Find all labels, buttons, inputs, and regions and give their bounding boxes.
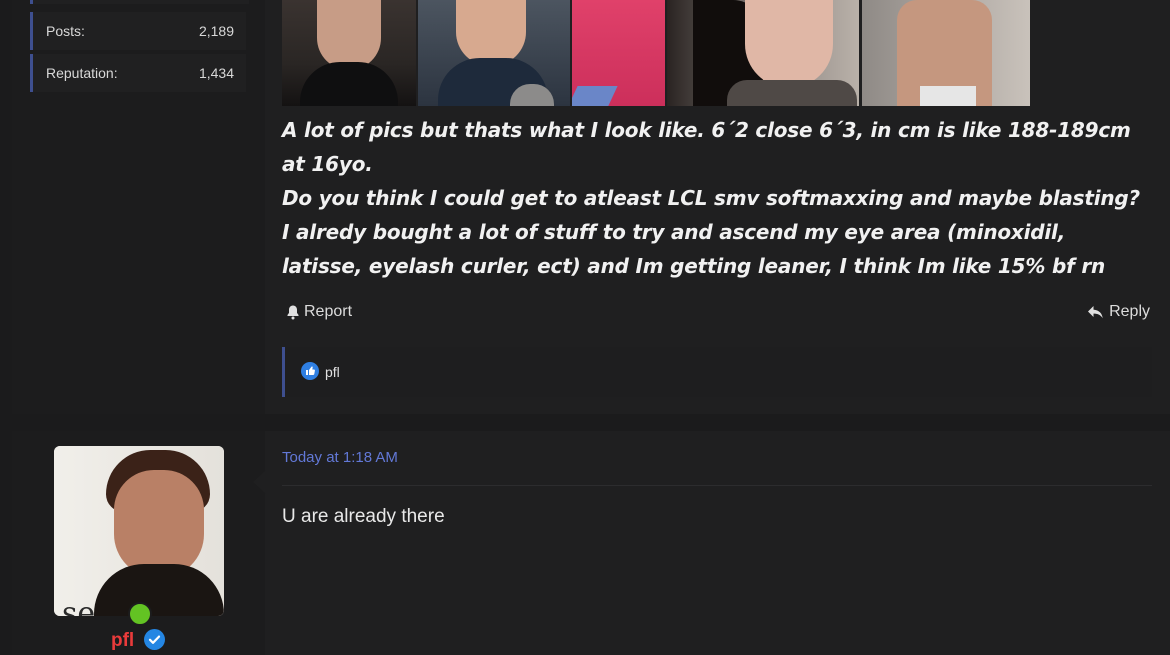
username-link[interactable]: pfl xyxy=(111,630,134,652)
online-status-icon xyxy=(128,602,152,626)
message-line: Do you think I could get to atleast LCL … xyxy=(282,186,1140,210)
stat-posts: Posts: 2,189 xyxy=(30,12,246,50)
reaction-user-link[interactable]: pfl xyxy=(325,364,340,380)
attached-photo[interactable] xyxy=(862,0,1030,106)
reply-label: Reply xyxy=(1109,303,1150,320)
stat-label: Posts: xyxy=(46,23,85,39)
message-arrow xyxy=(253,470,266,494)
message-line: latisse, eyelash curler, ect) and Im get… xyxy=(282,254,1106,278)
message-line: A lot of pics but thats what I look like… xyxy=(282,118,1131,142)
reply-arrow-icon xyxy=(1088,305,1103,318)
reply-button[interactable]: Reply xyxy=(1087,303,1150,321)
report-button[interactable]: Report xyxy=(285,303,352,321)
attached-photo[interactable] xyxy=(418,0,570,106)
post-message: A lot of pics but thats what I look like… xyxy=(282,113,1162,283)
bell-icon xyxy=(287,305,299,320)
attached-photo[interactable] xyxy=(282,0,416,106)
avatar[interactable]: se xyxy=(54,446,224,616)
stat-label: Reputation: xyxy=(46,65,118,81)
attached-photo[interactable] xyxy=(667,0,859,106)
divider xyxy=(282,485,1152,486)
stat-value: 1,434 xyxy=(198,65,234,81)
reactions-bar: pfl xyxy=(282,347,1152,397)
attached-images xyxy=(282,0,1030,106)
message-line: I alredy bought a lot of stuff to try an… xyxy=(282,220,1066,244)
report-label: Report xyxy=(304,303,353,320)
like-reaction-icon[interactable] xyxy=(301,362,319,380)
stat-reputation: Reputation: 1,434 xyxy=(30,54,246,92)
verified-badge-icon xyxy=(144,629,165,650)
attached-photo[interactable] xyxy=(572,0,665,106)
stat-value: 2,189 xyxy=(198,23,234,39)
post-timestamp[interactable]: Today at 1:18 AM xyxy=(282,449,398,466)
post-message: U are already there xyxy=(282,506,445,527)
stat-row-cut xyxy=(30,0,249,4)
message-line: at 16yo. xyxy=(282,152,373,176)
